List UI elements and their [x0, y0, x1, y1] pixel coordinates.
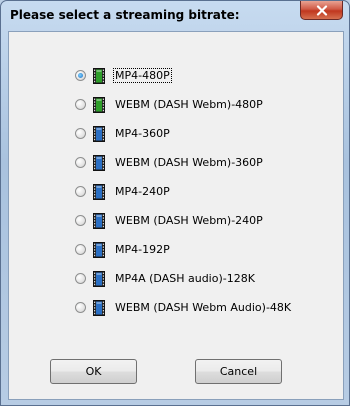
cancel-button[interactable]: Cancel	[195, 359, 282, 384]
option-label: MP4A (DASH audio)-128K	[115, 272, 255, 285]
radio-button[interactable]	[75, 157, 86, 168]
close-icon	[301, 1, 342, 19]
blue-film-icon	[93, 271, 105, 287]
option-label: MP4-192P	[115, 243, 170, 256]
radio-button[interactable]	[75, 244, 86, 255]
option-webm-360p[interactable]: WEBM (DASH Webm)-360P	[75, 155, 315, 171]
radio-button[interactable]	[75, 215, 86, 226]
dialog-body: MP4-480P WEBM (DASH Webm)-480P MP4-360P …	[8, 31, 344, 400]
blue-film-icon	[93, 300, 105, 316]
blue-film-icon	[93, 126, 105, 142]
radio-button[interactable]	[75, 273, 86, 284]
option-webm-480p[interactable]: WEBM (DASH Webm)-480P	[75, 97, 315, 113]
option-label: WEBM (DASH Webm Audio)-48K	[115, 301, 292, 314]
dialog-window: Please select a streaming bitrate: MP4-4…	[0, 0, 350, 406]
green-film-icon	[93, 68, 105, 84]
radio-button[interactable]	[75, 186, 86, 197]
option-webm-audio-48k[interactable]: WEBM (DASH Webm Audio)-48K	[75, 300, 315, 316]
radio-button[interactable]	[75, 302, 86, 313]
option-mp4-240p[interactable]: MP4-240P	[75, 184, 315, 200]
close-button[interactable]	[300, 1, 343, 20]
option-label: WEBM (DASH Webm)-480P	[115, 98, 263, 111]
blue-film-icon	[93, 184, 105, 200]
blue-film-icon	[93, 155, 105, 171]
option-webm-240p[interactable]: WEBM (DASH Webm)-240P	[75, 213, 315, 229]
option-mp4-360p[interactable]: MP4-360P	[75, 126, 315, 142]
option-mp4-480p[interactable]: MP4-480P	[75, 68, 315, 84]
radio-button[interactable]	[75, 70, 86, 81]
blue-film-icon	[93, 213, 105, 229]
option-label: MP4-240P	[115, 185, 170, 198]
radio-button[interactable]	[75, 128, 86, 139]
green-film-icon	[93, 97, 105, 113]
title-bar[interactable]: Please select a streaming bitrate:	[1, 1, 349, 31]
dialog-title: Please select a streaming bitrate:	[10, 8, 240, 22]
radio-button[interactable]	[75, 99, 86, 110]
option-label: MP4-360P	[115, 127, 170, 140]
option-label: WEBM (DASH Webm)-240P	[115, 214, 263, 227]
blue-film-icon	[93, 242, 105, 258]
option-label: MP4-480P	[113, 68, 172, 83]
option-label: WEBM (DASH Webm)-360P	[115, 156, 263, 169]
option-mp4-192p[interactable]: MP4-192P	[75, 242, 315, 258]
ok-button[interactable]: OK	[50, 359, 137, 384]
option-mp4a-128k[interactable]: MP4A (DASH audio)-128K	[75, 271, 315, 287]
